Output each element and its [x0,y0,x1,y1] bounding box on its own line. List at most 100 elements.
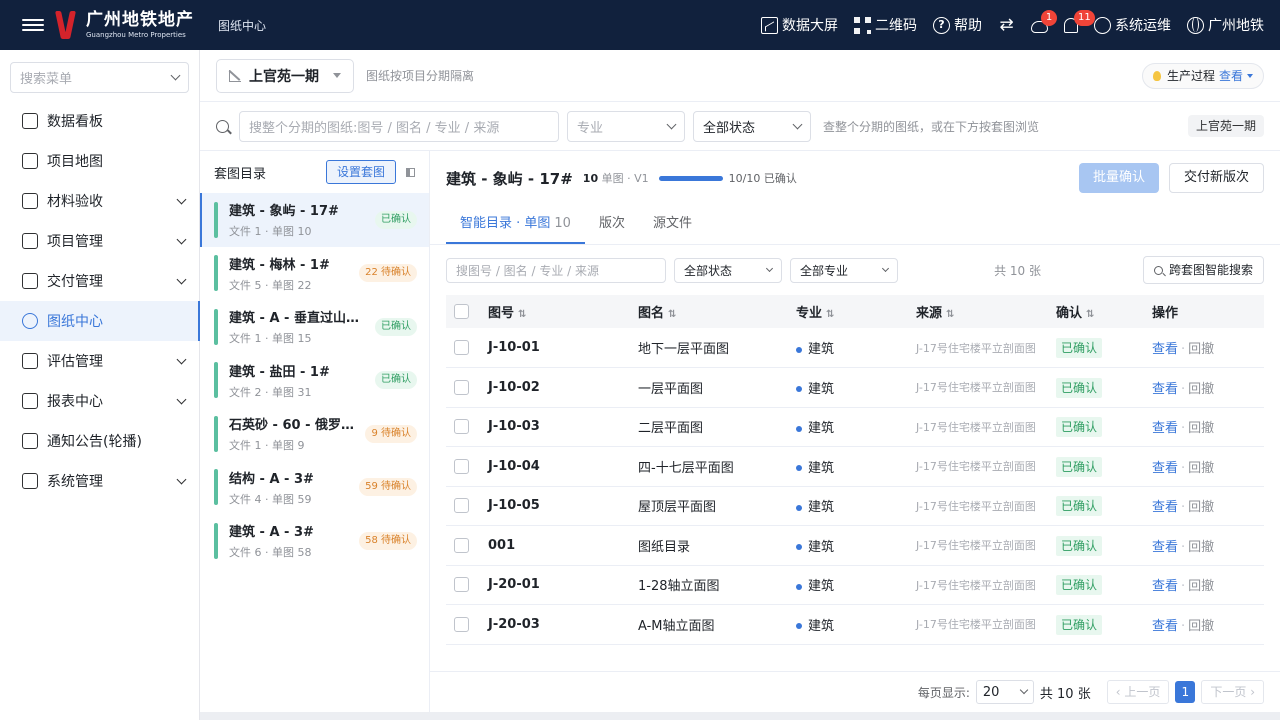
revoke-link[interactable]: 回撤 [1188,619,1214,634]
col-name[interactable]: 图名 ⇅ [630,295,788,328]
global-filter-bar: 搜整个分期的图纸:图号 / 图名 / 专业 / 来源 专业 全部状态 查整个分期… [200,102,1280,151]
sheet-status-select[interactable]: 全部状态 [674,257,782,283]
select-all-checkbox[interactable] [454,304,469,319]
deliver-new-version-button[interactable]: 交付新版次 [1168,163,1264,193]
notification-button[interactable]: 11 [1064,9,1095,33]
drawing-search-input[interactable]: 搜整个分期的图纸:图号 / 图名 / 专业 / 来源 [239,110,559,142]
row-checkbox[interactable] [454,616,469,632]
revoke-link[interactable]: 回撤 [1188,579,1214,594]
revoke-link[interactable]: 回撤 [1188,500,1214,515]
sidebar-item-9[interactable]: 系统管理 [0,461,199,501]
switch-button[interactable]: ⇄ [998,16,1015,34]
menu-search-input[interactable]: 搜索菜单 [10,62,189,93]
view-link[interactable]: 查看 [1152,500,1178,515]
row-checkbox[interactable] [454,458,469,474]
tab-1[interactable]: 版次 [585,204,639,244]
sidebar-item-2[interactable]: 材料验收 [0,181,199,221]
per-page-select[interactable]: 20 [975,680,1034,704]
tab-0[interactable]: 智能目录 · 单图 10 [446,204,585,244]
org-switch[interactable]: 广州地铁 [1187,15,1264,35]
sidebar-item-1[interactable]: 项目地图 [0,141,199,181]
revoke-link[interactable]: 回撤 [1188,461,1214,476]
table-row[interactable]: 001 图纸目录 建筑 J-17号住宅楼平立剖面图 已确认 查看 · 回撤 [446,525,1264,566]
set-item[interactable]: 石英砂 - 60 - 俄罗斯 - 1#文件 1 · 单图 99 待确认 [200,407,429,461]
sidebar-item-0[interactable]: 数据看板 [0,101,199,141]
cell-code: J-20-01 [480,565,630,605]
confirm-progress-bar [658,175,723,181]
nav-icon [22,313,38,329]
table-row[interactable]: J-10-03 二层平面图 建筑 J-17号住宅楼平立剖面图 已确认 查看 · 回撤 [446,407,1264,447]
filter-hint: 查整个分期的图纸，或在下方按套图浏览 [823,119,1040,134]
row-checkbox[interactable] [454,577,469,593]
sidebar-item-8[interactable]: 通知公告(轮播) [0,421,199,461]
table-row[interactable]: J-20-01 1-28轴立面图 建筑 J-17号住宅楼平立剖面图 已确认 查看 · 回撤 [446,565,1264,605]
config-sets-button[interactable]: 设置套图 [325,160,396,184]
sidebar-item-6[interactable]: 评估管理 [0,341,199,381]
col-code[interactable]: 图号 ⇅ [480,295,630,328]
discipline-select[interactable]: 专业 [567,110,685,142]
phase-select[interactable]: 上官苑一期 [216,58,354,93]
qrcode-link[interactable]: 二维码 [854,15,917,35]
data-screen-link[interactable]: 数据大屏 [761,15,838,35]
menu-toggle-icon[interactable] [22,19,44,31]
sidebar-item-5[interactable]: 图纸中心 [0,301,200,341]
sheet-search-input[interactable]: 搜图号 / 图名 / 专业 / 来源 [446,257,666,283]
discipline-dot-icon [796,386,802,393]
next-page-button[interactable]: 下一页 › [1201,680,1264,704]
prev-page-button[interactable]: ‹ 上一页 [1106,680,1170,704]
cell-source: J-17号住宅楼平立剖面图 [908,486,1048,526]
view-link[interactable]: 查看 [1152,342,1178,357]
download-button[interactable]: 1 [1031,9,1057,33]
set-item[interactable]: 结构 - A - 3# 文件 4 · 单图 59 59 待确认 [200,461,429,515]
view-link[interactable]: 查看 [1152,382,1178,397]
cell-source: J-17号住宅楼平立剖面图 [908,565,1048,605]
view-link[interactable]: 查看 [1152,421,1178,436]
row-checkbox[interactable] [454,379,469,395]
view-link[interactable]: 查看 [1152,461,1178,476]
bottom-scrollbar[interactable] [200,712,1280,720]
table-row[interactable]: J-20-03 A-M轴立面图 建筑 J-17号住宅楼平立剖面图 已确认 查看 · 回撤 [446,604,1264,645]
view-link[interactable]: 查看 [1152,619,1178,634]
smart-search-button[interactable]: 跨套图智能搜索 [1142,256,1264,284]
col-confirm[interactable]: 确认 ⇅ [1048,295,1144,328]
process-view-link[interactable]: 查看 [1219,67,1243,84]
process-pill[interactable]: 生产过程 查看 [1141,62,1264,89]
tab-2[interactable]: 源文件 [639,204,706,244]
page-1-button[interactable]: 1 [1175,681,1196,703]
view-link[interactable]: 查看 [1152,540,1178,555]
sys-ops-menu[interactable]: 系统运维 [1094,15,1171,35]
sidebar-item-3[interactable]: 项目管理 [0,221,199,261]
col-discipline[interactable]: 专业 ⇅ [788,295,908,328]
row-checkbox[interactable] [454,419,469,435]
set-item[interactable]: 建筑 - 象屿 - 17# 文件 1 · 单图 10 已确认 [200,193,429,247]
chevron-down-icon [881,264,890,272]
revoke-link[interactable]: 回撤 [1188,382,1214,397]
table-row[interactable]: J-10-04 四-十七层平面图 建筑 J-17号住宅楼平立剖面图 已确认 查看 · 回撤 [446,446,1264,487]
sheet-filter-bar: 搜图号 / 图名 / 专业 / 来源 全部状态 全部专业 共 10 张 跨套图智… [430,245,1280,295]
col-source[interactable]: 来源 ⇅ [908,295,1048,328]
help-link[interactable]: ? 帮助 [933,15,982,35]
set-item[interactable]: 建筑 - 盐田 - 1# 文件 2 · 单图 31 已确认 [200,354,429,408]
table-row[interactable]: J-10-01 地下一层平面图 建筑 J-17号住宅楼平立剖面图 已确认 查看 · 回撤 [446,328,1264,368]
row-checkbox[interactable] [454,498,469,514]
sort-icon: ⇅ [1086,309,1095,320]
set-item[interactable]: 建筑 - 梅林 - 1# 文件 5 · 单图 22 22 待确认 [200,247,429,301]
table-row[interactable]: J-20-04M-A轴立面图建筑J-17号住宅楼平立剖面图已确认查看·回撤 [446,644,1264,646]
revoke-link[interactable]: 回撤 [1188,540,1214,555]
table-row[interactable]: J-10-05 屋顶层平面图 建筑 J-17号住宅楼平立剖面图 已确认 查看 · 回撤 [446,486,1264,526]
set-item[interactable]: 建筑 - A - 3# 文件 6 · 单图 58 58 待确认 [200,514,429,568]
sidebar-item-7[interactable]: 报表中心 [0,381,199,421]
row-checkbox[interactable] [454,340,469,355]
table-row[interactable]: J-10-02 一层平面图 建筑 J-17号住宅楼平立剖面图 已确认 查看 · 回撤 [446,367,1264,408]
set-item[interactable]: 建筑 - A - 垂直过山车 - 1#文件 1 · 单图 15已确认 [200,300,429,354]
batch-confirm-button[interactable]: 批量确认 [1078,163,1159,193]
chevron-down-icon [765,264,774,272]
status-select[interactable]: 全部状态 [693,110,811,142]
sheet-discipline-select[interactable]: 全部专业 [790,257,898,283]
view-link[interactable]: 查看 [1152,579,1178,594]
collapse-panel-icon[interactable] [406,167,415,177]
revoke-link[interactable]: 回撤 [1188,421,1214,436]
revoke-link[interactable]: 回撤 [1188,342,1214,357]
sidebar-item-4[interactable]: 交付管理 [0,261,199,301]
row-checkbox[interactable] [454,537,469,553]
